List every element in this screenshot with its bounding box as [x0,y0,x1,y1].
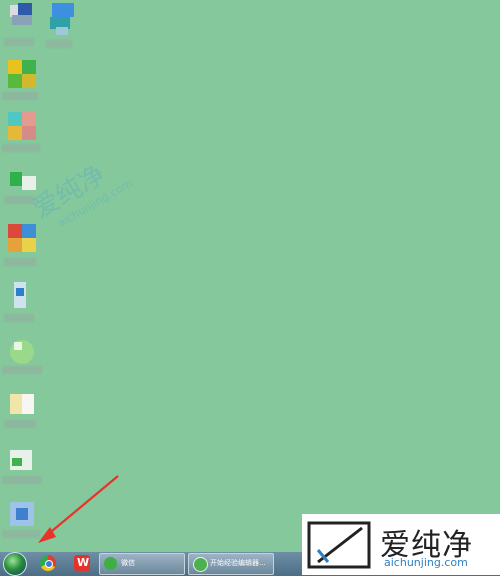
desktop: 爱纯净 aichunjing.com [0,0,500,551]
site-logo: 爱纯净 aichunjing.com [302,514,500,575]
taskbar-button-label: 开始经验编辑器... [210,559,266,567]
windows-orb-icon[interactable] [3,552,27,576]
chrome-icon[interactable] [40,555,56,571]
taskbar-button-wechat[interactable]: 微信 [99,553,185,575]
logo-mark-icon [307,521,371,569]
taskbar-button-label: 微信 [121,559,135,567]
editor-icon [193,557,208,572]
red-arrow-icon [38,475,119,543]
wps-icon[interactable] [74,555,90,571]
taskbar-button-editor[interactable]: 开始经验编辑器... [188,553,274,575]
logo-text-en: aichunjing.com [384,556,468,569]
wechat-icon [104,557,117,570]
